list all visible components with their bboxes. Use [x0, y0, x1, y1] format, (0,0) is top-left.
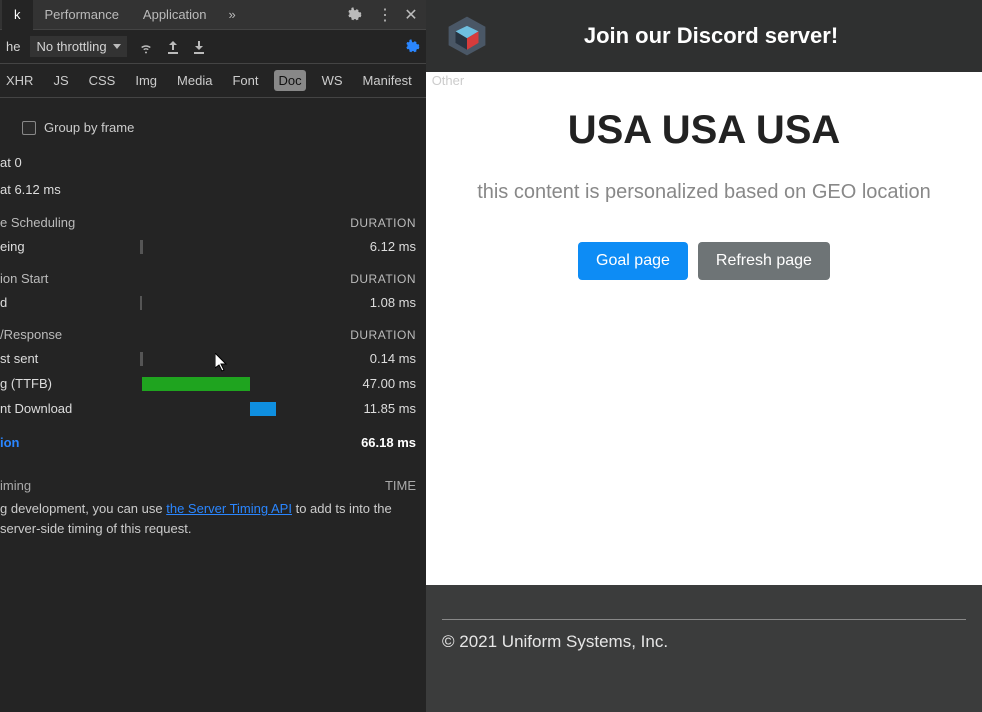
- refresh-page-button[interactable]: Refresh page: [698, 242, 830, 280]
- timing-row: st sent 0.14 ms: [0, 346, 416, 371]
- request-label: /Response: [0, 327, 62, 342]
- timing-row: eing 6.12 ms: [0, 234, 416, 259]
- group-by-frame-checkbox[interactable]: [22, 121, 36, 135]
- duration-header: DURATION: [350, 328, 416, 342]
- tab-network[interactable]: k: [2, 0, 33, 30]
- site-header: Join our Discord server!: [426, 0, 982, 72]
- timing-explanation-link[interactable]: ion: [0, 435, 20, 450]
- page-title: USA USA USA: [568, 108, 841, 153]
- logo-icon[interactable]: [444, 13, 490, 59]
- scheduling-label: e Scheduling: [0, 215, 75, 230]
- devtools-tabstrip: k Performance Application » ⋮ ✕: [0, 0, 426, 30]
- timing-row: d 1.08 ms: [0, 290, 416, 315]
- section-connection: ion Start DURATION: [0, 259, 416, 290]
- tab-application[interactable]: Application: [131, 0, 219, 30]
- timing-bar-ttfb: [142, 377, 250, 391]
- timing-row-label: st sent: [0, 351, 140, 366]
- filter-doc[interactable]: Doc: [274, 70, 305, 91]
- section-request: /Response DURATION: [0, 315, 416, 346]
- group-by-frame-row[interactable]: Group by frame: [0, 106, 416, 149]
- timing-pane: Group by frame at 0 at 6.12 ms e Schedul…: [0, 98, 426, 712]
- filter-js[interactable]: JS: [49, 70, 72, 91]
- timing-row-value: 47.00 ms: [341, 376, 416, 391]
- discord-banner[interactable]: Join our Discord server!: [504, 23, 964, 49]
- timing-bar: [140, 296, 142, 310]
- timing-row-value: 1.08 ms: [341, 295, 416, 310]
- started-time: at 6.12 ms: [0, 176, 416, 203]
- tab-overflow[interactable]: »: [219, 1, 246, 28]
- throttling-label: No throttling: [36, 39, 106, 54]
- page-subtitle: this content is personalized based on GE…: [477, 181, 931, 204]
- tab-performance[interactable]: Performance: [33, 0, 131, 30]
- timing-row-value: 0.14 ms: [341, 351, 416, 366]
- chevron-down-icon: [113, 44, 121, 49]
- filter-other[interactable]: Other: [428, 70, 469, 91]
- filter-img[interactable]: Img: [131, 70, 161, 91]
- server-timing-time-header: TIME: [385, 478, 416, 493]
- network-toolbar: he No throttling: [0, 30, 426, 64]
- timing-total: ion 66.18 ms: [0, 421, 416, 464]
- timing-row-label: eing: [0, 239, 140, 254]
- filter-manifest[interactable]: Manifest: [359, 70, 416, 91]
- filter-ws[interactable]: WS: [318, 70, 347, 91]
- close-icon[interactable]: ✕: [398, 5, 424, 25]
- button-row: Goal page Refresh page: [578, 242, 830, 280]
- website-panel: Join our Discord server! USA USA USA thi…: [426, 0, 982, 712]
- throttling-select[interactable]: No throttling: [30, 36, 126, 57]
- section-scheduling: e Scheduling DURATION: [0, 203, 416, 234]
- upload-har-icon[interactable]: [165, 39, 181, 55]
- goal-page-button[interactable]: Goal page: [578, 242, 688, 280]
- filter-css[interactable]: CSS: [85, 70, 120, 91]
- site-main: USA USA USA this content is personalized…: [426, 72, 982, 585]
- group-by-frame-label: Group by frame: [44, 120, 134, 135]
- download-har-icon[interactable]: [191, 39, 207, 55]
- devtools-panel: k Performance Application » ⋮ ✕ he No th…: [0, 0, 426, 712]
- copyright-text: © 2021 Uniform Systems, Inc.: [442, 632, 668, 651]
- network-conditions-icon[interactable]: [137, 38, 155, 56]
- queued-time: at 0: [0, 149, 416, 176]
- timing-row-value: 11.85 ms: [341, 401, 416, 416]
- timing-bar: [140, 352, 143, 366]
- duration-header: DURATION: [350, 272, 416, 286]
- timing-row-value: 6.12 ms: [341, 239, 416, 254]
- timing-row: nt Download 11.85 ms: [0, 396, 416, 421]
- filter-font[interactable]: Font: [228, 70, 262, 91]
- server-timing-hint: g development, you can use the Server Ti…: [0, 499, 416, 547]
- timing-row-label: g (TTFB): [0, 376, 140, 391]
- timing-total-value: 66.18 ms: [361, 435, 416, 450]
- server-timing-label: iming: [0, 478, 31, 493]
- gear-icon[interactable]: [346, 7, 372, 23]
- timing-bar-download: [250, 402, 276, 416]
- timing-row-label: d: [0, 295, 140, 310]
- cache-dropdown-fragment[interactable]: he: [6, 39, 20, 54]
- timing-row: g (TTFB) 47.00 ms: [0, 371, 416, 396]
- filter-strip: XHR JS CSS Img Media Font Doc WS Manifes…: [0, 64, 426, 98]
- kebab-icon[interactable]: ⋮: [372, 5, 398, 25]
- timing-row-label: nt Download: [0, 401, 140, 416]
- filter-media[interactable]: Media: [173, 70, 216, 91]
- filter-xhr[interactable]: XHR: [2, 70, 37, 91]
- timing-bar: [140, 240, 143, 254]
- site-footer: © 2021 Uniform Systems, Inc.: [426, 585, 982, 712]
- network-settings-icon[interactable]: [404, 39, 420, 55]
- duration-header: DURATION: [350, 216, 416, 230]
- server-timing-api-link[interactable]: the Server Timing API: [166, 501, 292, 516]
- server-timing-header: iming TIME: [0, 464, 416, 499]
- connection-label: ion Start: [0, 271, 48, 286]
- hint-text-before: g development, you can use: [0, 501, 166, 516]
